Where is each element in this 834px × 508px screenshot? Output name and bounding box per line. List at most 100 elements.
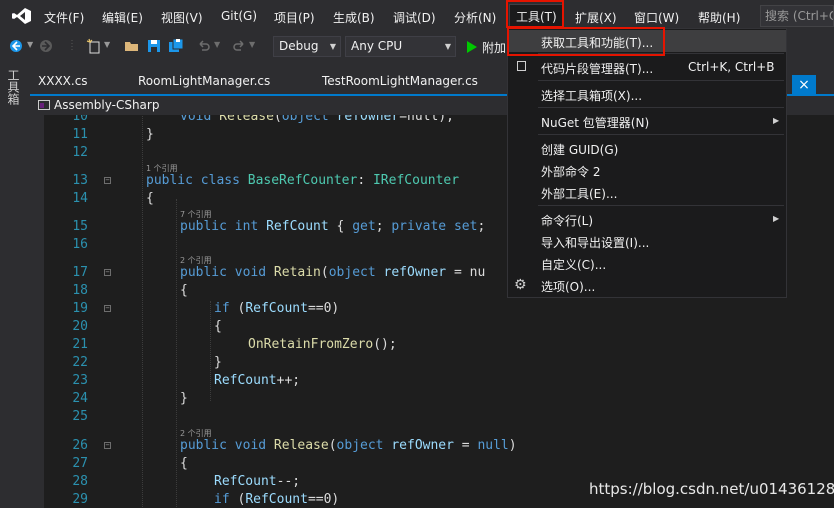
toolbox-side-panel[interactable]: 工具箱 [0, 61, 30, 508]
code-token: RefCount [214, 373, 277, 388]
undo-dropdown-icon[interactable]: ▼ [214, 40, 220, 49]
line-number: 18 [72, 283, 88, 298]
code-line[interactable]: 26 − public void Release(object refOwner =… [30, 438, 834, 456]
line-number: 17 [72, 265, 88, 280]
code-token: IRefCounter [372, 173, 460, 188]
line-number: 29 [72, 492, 88, 507]
menu-project[interactable]: 项目(P) [274, 9, 315, 26]
tools-menu: 获取工具和功能(T)... 代码片段管理器(T)... Ctrl+K, Ctrl+B… [507, 28, 787, 298]
code-token: = [453, 438, 478, 453]
tools-menu-item-label: 创建 GUID(G) [541, 143, 619, 157]
redo-dropdown-icon[interactable]: ▼ [249, 40, 255, 49]
code-line[interactable]: 24} [30, 391, 834, 409]
undo-icon[interactable] [196, 38, 212, 54]
code-token: --; [276, 474, 301, 489]
separator-grip-icon [71, 40, 73, 52]
menu-git[interactable]: Git(G) [221, 9, 257, 23]
code-token: ; [375, 219, 392, 234]
search-box[interactable]: 搜索 (Ctrl+Q) [760, 5, 834, 27]
code-token: { [146, 191, 154, 206]
menu-help[interactable]: 帮助(H) [698, 9, 740, 26]
tools-menu-item[interactable]: 选择工具箱项(X)... [508, 83, 786, 105]
fold-toggle-icon[interactable]: − [104, 442, 111, 449]
play-icon[interactable] [464, 39, 480, 55]
tools-menu-item[interactable]: NuGet 包管理器(N) ▶ [508, 110, 786, 132]
menu-tools[interactable]: 工具(T) [509, 4, 564, 31]
tools-menu-item[interactable]: 导入和导出设置(I)... [508, 230, 786, 252]
save-icon[interactable] [146, 38, 162, 54]
tools-menu-item[interactable]: 外部命令 2 [508, 159, 786, 181]
line-number: 12 [72, 145, 88, 160]
checkbox-icon [517, 61, 526, 71]
platform-dropdown[interactable]: Any CPU ▼ [345, 36, 456, 57]
fold-toggle-icon[interactable]: − [104, 269, 111, 276]
line-number: 21 [72, 337, 88, 352]
code-line[interactable]: 25 [30, 409, 834, 427]
code-token: public void [180, 265, 274, 280]
menu-view[interactable]: 视图(V) [161, 9, 203, 26]
code-token: = nu [446, 265, 486, 280]
code-line[interactable]: 22} [30, 355, 834, 373]
menu-extensions[interactable]: 扩展(X) [575, 9, 617, 26]
tab-xxxx-cs[interactable]: XXXX.cs [38, 74, 88, 88]
code-token: if [214, 492, 238, 507]
menu-build[interactable]: 生成(B) [333, 9, 375, 26]
code-token: RefCount [214, 474, 277, 489]
code-token: OnRetainFromZero [248, 337, 374, 352]
redo-icon[interactable] [231, 38, 247, 54]
code-token: private set [391, 219, 478, 234]
code-token: : [357, 173, 373, 188]
back-dropdown-icon[interactable]: ▼ [27, 40, 33, 49]
fold-toggle-icon[interactable]: − [104, 177, 111, 184]
code-text: public void Retain(object refOwner = nu [180, 265, 485, 280]
visual-studio-logo-icon[interactable] [10, 7, 32, 25]
tools-menu-item[interactable]: 获取工具和功能(T)... [508, 30, 786, 52]
menu-analyze[interactable]: 分析(N) [454, 9, 496, 26]
code-token: public class [146, 173, 248, 188]
close-tab-button[interactable]: × [792, 75, 816, 95]
fold-toggle-icon[interactable]: − [104, 305, 111, 312]
tools-menu-item[interactable]: ⚙ 选项(O)... [508, 274, 786, 296]
code-token: refOwner [336, 115, 400, 124]
tools-menu-item[interactable]: 外部工具(E)... [508, 181, 786, 203]
new-item-icon[interactable] [86, 38, 102, 54]
line-number: 20 [72, 319, 88, 334]
submenu-arrow-icon: ▶ [773, 116, 780, 125]
back-icon[interactable] [8, 38, 24, 54]
configuration-dropdown[interactable]: Debug ▼ [273, 36, 341, 57]
code-token: ( [320, 265, 329, 280]
tools-menu-item[interactable]: 命令行(L) ▶ [508, 208, 786, 230]
attach-button[interactable]: 附加 [482, 39, 506, 56]
menu-window[interactable]: 窗口(W) [634, 9, 679, 26]
new-item-dropdown-icon[interactable]: ▼ [104, 40, 110, 49]
line-number: 19 [72, 301, 88, 316]
code-line[interactable]: 21 OnRetainFromZero(); [30, 337, 834, 355]
menu-file[interactable]: 文件(F) [44, 9, 84, 26]
tab-roomlightmanager-cs[interactable]: RoomLightManager.cs [138, 74, 270, 88]
save-all-icon[interactable] [168, 38, 184, 54]
code-token: refOwner [383, 265, 447, 280]
code-token: { [328, 219, 353, 234]
menu-edit[interactable]: 编辑(E) [102, 9, 143, 26]
line-number: 11 [72, 127, 88, 142]
menu-debug[interactable]: 调试(D) [393, 9, 436, 26]
code-line[interactable]: 27 { [30, 456, 834, 474]
code-line[interactable]: 23 RefCount++; [30, 373, 834, 391]
code-text: if (RefCount==0) [214, 301, 339, 316]
tools-menu-item[interactable]: 自定义(C)... [508, 252, 786, 274]
line-number: 22 [72, 355, 88, 370]
code-token: { [214, 319, 222, 334]
line-number: 23 [72, 373, 88, 388]
code-text: { [214, 319, 222, 334]
tools-menu-item[interactable]: 创建 GUID(G) [508, 137, 786, 159]
forward-icon[interactable] [38, 38, 54, 54]
open-folder-icon[interactable] [124, 38, 140, 54]
code-line[interactable]: 20 { [30, 319, 834, 337]
code-token: ( [273, 115, 282, 124]
code-token: ( [328, 438, 337, 453]
code-line[interactable]: 19 − if (RefCount==0) [30, 301, 834, 319]
code-text: { [180, 283, 188, 298]
tab-testroomlightmanager-cs[interactable]: TestRoomLightManager.cs [322, 74, 478, 88]
code-text: } [180, 391, 188, 406]
tools-menu-item[interactable]: 代码片段管理器(T)... Ctrl+K, Ctrl+B [508, 56, 786, 78]
